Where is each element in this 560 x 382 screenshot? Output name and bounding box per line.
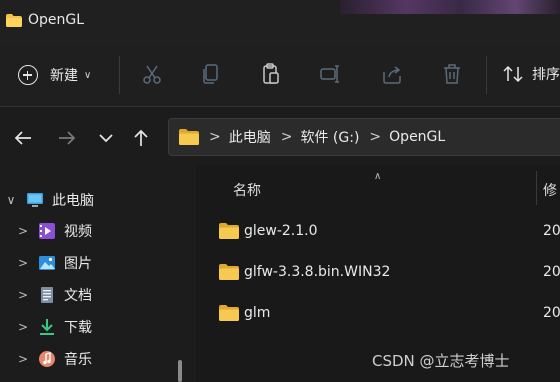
- sidebar-item-label: 下载: [64, 320, 92, 336]
- breadcrumb-separator: >: [369, 129, 382, 145]
- breadcrumb-separator: >: [280, 129, 293, 145]
- sidebar-item-label: 图片: [64, 256, 92, 272]
- breadcrumb-separator: >: [209, 129, 221, 145]
- rename-icon[interactable]: [319, 62, 343, 86]
- toolbar-separator: [486, 56, 487, 94]
- toolbar-separator: [119, 56, 120, 94]
- sidebar-item-label: 音乐: [64, 352, 92, 368]
- forward-arrow-icon[interactable]: [56, 127, 78, 149]
- folder-icon: [219, 223, 239, 239]
- sort-ascending-icon: ∧: [374, 171, 382, 182]
- new-button-label: 新建: [50, 68, 78, 84]
- sidebar-item-label: 文档: [64, 288, 92, 304]
- file-name: glfw-3.3.8.bin.WIN32: [244, 264, 391, 280]
- sidebar-item-videos[interactable]: > 视频: [16, 216, 206, 246]
- scissors-icon[interactable]: [140, 62, 164, 86]
- navigation-bar: > 此电脑 > 软件 (G:) > OpenGL: [0, 107, 560, 165]
- copy-icon[interactable]: [199, 62, 223, 86]
- folder-icon: [219, 305, 239, 321]
- file-date: 20: [543, 305, 560, 321]
- breadcrumb-current-folder[interactable]: OpenGL: [389, 129, 445, 145]
- sidebar-item-label: 此电脑: [52, 193, 94, 209]
- title-bar: OpenGL: [0, 0, 560, 44]
- document-icon: [41, 287, 53, 303]
- navigation-pane: ∨ 此电脑 > 视频 > 图片 > 文档 > 下载 > 音乐: [0, 165, 192, 382]
- up-arrow-icon[interactable]: [130, 127, 152, 149]
- chevron-right-icon[interactable]: >: [16, 224, 30, 238]
- chevron-down-icon: ∨: [84, 69, 92, 81]
- file-name: glew-2.1.0: [244, 223, 318, 239]
- computer-icon: [27, 193, 43, 207]
- paste-icon[interactable]: [259, 62, 283, 86]
- folder-icon: [219, 264, 239, 280]
- download-icon: [40, 319, 54, 335]
- sidebar-item-this-pc[interactable]: ∨ 此电脑: [4, 185, 194, 215]
- file-row[interactable]: glfw-3.3.8.bin.WIN32 20: [196, 256, 560, 292]
- recent-locations-chevron-icon[interactable]: [95, 127, 117, 149]
- file-name: glm: [244, 305, 271, 321]
- music-icon: [39, 351, 55, 367]
- file-row[interactable]: glew-2.1.0 20: [196, 215, 560, 251]
- video-icon: [39, 223, 55, 239]
- chevron-right-icon[interactable]: >: [16, 320, 30, 334]
- file-date: 20: [543, 223, 560, 239]
- sort-icon: [503, 65, 523, 83]
- folder-icon: [6, 14, 22, 27]
- command-bar: 新建 ∨ 排序: [0, 44, 560, 106]
- file-row[interactable]: glm 20: [196, 297, 560, 333]
- column-header: ∧ 名称 修: [196, 165, 560, 209]
- column-divider[interactable]: [536, 171, 537, 205]
- chevron-right-icon[interactable]: >: [16, 288, 30, 302]
- sidebar-item-downloads[interactable]: > 下载: [16, 312, 206, 342]
- delete-icon[interactable]: [440, 62, 464, 86]
- chevron-down-icon[interactable]: ∨: [4, 193, 18, 207]
- breadcrumb-drive[interactable]: 软件 (G:): [300, 127, 359, 147]
- new-button[interactable]: 新建 ∨: [18, 58, 104, 92]
- watermark: CSDN @立志考博士: [372, 352, 510, 370]
- breadcrumb-this-pc[interactable]: 此电脑: [229, 127, 271, 147]
- address-bar[interactable]: > 此电脑 > 软件 (G:) > OpenGL: [168, 118, 560, 156]
- chevron-right-icon[interactable]: >: [16, 256, 30, 270]
- share-icon[interactable]: [380, 62, 404, 86]
- file-date: 20: [543, 264, 560, 280]
- sidebar-scrollbar[interactable]: [178, 360, 182, 382]
- sort-button-label: 排序: [532, 67, 560, 83]
- desktop-background-strip: [340, 0, 560, 14]
- folder-icon: [179, 129, 199, 145]
- back-arrow-icon[interactable]: [12, 127, 34, 149]
- picture-icon: [39, 256, 55, 270]
- window-title: OpenGL: [28, 12, 85, 28]
- sidebar-item-pictures[interactable]: > 图片: [16, 248, 206, 278]
- sidebar-item-documents[interactable]: > 文档: [16, 280, 206, 310]
- sort-button[interactable]: 排序: [502, 62, 560, 86]
- chevron-right-icon[interactable]: >: [16, 352, 30, 366]
- sidebar-item-label: 视频: [64, 224, 92, 240]
- column-header-name[interactable]: 名称: [233, 180, 261, 200]
- add-icon: [18, 65, 38, 85]
- column-header-date[interactable]: 修: [543, 180, 557, 200]
